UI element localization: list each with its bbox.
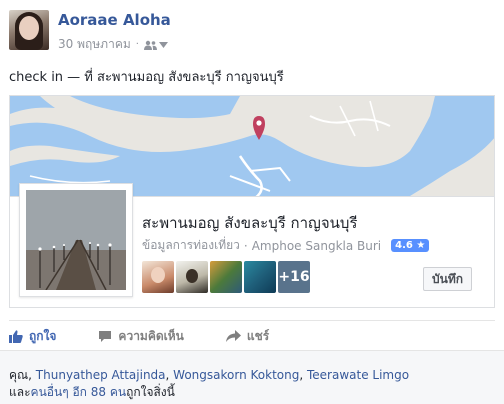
- share-button[interactable]: แชร์: [225, 327, 270, 346]
- likes-line-2: และคนอื่นๆ อีก 88 คนถูกใจสิ่งนี้: [9, 383, 175, 402]
- audience-selector[interactable]: [143, 40, 168, 50]
- share-arrow-icon: [225, 330, 241, 342]
- share-label: แชร์: [246, 328, 270, 343]
- location-map[interactable]: [9, 95, 495, 197]
- actions-divider: [9, 320, 495, 321]
- post-actions: ถูกใจ ความคิดเห็น แชร์: [9, 324, 495, 348]
- place-photo[interactable]: [19, 183, 133, 297]
- friend-photo[interactable]: [176, 261, 208, 293]
- chevron-down-icon: [158, 41, 168, 48]
- likes-suffix: ถูกใจสิ่งนี้: [126, 385, 175, 399]
- save-button[interactable]: บันทึก: [423, 267, 472, 291]
- post-date[interactable]: 30 พฤษภาคม: [58, 35, 131, 54]
- others-likes-link[interactable]: คนอื่นๆ อีก 88 คน: [31, 385, 127, 399]
- avatar-face: [19, 16, 39, 40]
- post-meta: 30 พฤษภาคม ·: [58, 35, 168, 54]
- like-button[interactable]: ถูกใจ: [9, 327, 56, 346]
- author-name[interactable]: Aoraae Aloha: [58, 11, 171, 29]
- like-label: ถูกใจ: [29, 328, 57, 343]
- comment-label: ความคิดเห็น: [118, 328, 184, 343]
- friends-photos: +16: [142, 261, 310, 293]
- likes-summary: คุณ, Thunyathep Attajinda, Wongsakorn Ko…: [0, 350, 504, 404]
- likes-and-label: และ: [9, 385, 31, 399]
- subtitle-separator-dot: ·: [243, 238, 248, 253]
- comment-button[interactable]: ความคิดเห็น: [98, 327, 184, 346]
- place-card[interactable]: สะพานมอญ สังขละบุรี กาญจนบุรี ข้อมูลการท…: [9, 183, 495, 308]
- facebook-post: Aoraae Aloha 30 พฤษภาคม · check in — ที่…: [0, 0, 504, 404]
- author-avatar[interactable]: [9, 10, 49, 50]
- thumbs-up-icon: [9, 329, 23, 343]
- comment-bubble-icon: [99, 330, 112, 342]
- liker-link[interactable]: Thunyathep Attajinda: [36, 368, 166, 382]
- place-name[interactable]: สะพานมอญ สังขละบุรี กาญจนบุรี: [142, 211, 357, 235]
- friend-photo[interactable]: [244, 261, 276, 293]
- friend-photo[interactable]: [210, 261, 242, 293]
- place-location[interactable]: Amphoe Sangkla Buri: [252, 239, 381, 253]
- meta-separator-dot: ·: [135, 39, 139, 50]
- place-subtitle: ข้อมูลการท่องเที่ยว · Amphoe Sangkla Bur…: [142, 236, 430, 255]
- friend-photo[interactable]: [142, 261, 174, 293]
- friends-icon: [143, 40, 157, 50]
- liker-link[interactable]: Teerawate Limgo: [307, 368, 409, 382]
- more-friends-count[interactable]: +16: [278, 261, 310, 293]
- rating-badge: 4.6 ★: [391, 239, 430, 252]
- likes-separator: ,: [299, 368, 307, 382]
- likes-prefix: คุณ,: [9, 368, 36, 382]
- pier-photo-image: [26, 190, 126, 290]
- post-text: check in — ที่ สะพานมอญ สังขละบุรี กาญจน…: [9, 70, 284, 85]
- liker-link[interactable]: Wongsakorn Koktong: [173, 368, 299, 382]
- place-category[interactable]: ข้อมูลการท่องเที่ยว: [142, 236, 240, 255]
